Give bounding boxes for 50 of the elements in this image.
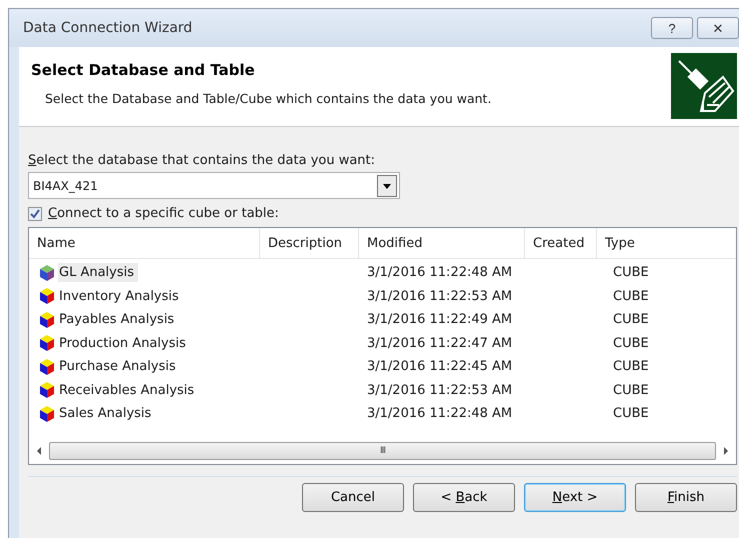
cube-icon [39,264,55,282]
page-heading: Select Database and Table [31,61,256,79]
close-button[interactable]: ✕ [697,17,739,39]
cube-icon [39,381,55,400]
scroll-thumb[interactable]: III [49,442,716,460]
column-header[interactable]: Modified [359,228,525,258]
cube-name[interactable]: Sales Analysis [58,404,156,424]
cube-icon [39,334,55,352]
cube-list[interactable] [28,227,737,465]
cube-name[interactable]: Purchase Analysis [58,357,180,376]
cube-type: CUBE [612,382,650,398]
cube-icon [39,310,55,329]
modified-date: 3/1/2016 11:22:45 AM [366,359,514,374]
cube-name[interactable]: Payables Analysis [58,310,178,330]
modified-date: 3/1/2016 11:22:47 AM [366,336,514,351]
cube-type: CUBE [612,406,650,422]
cube-type: CUBE [612,312,650,328]
modified-date: 3/1/2016 11:22:49 AM [366,312,514,328]
cube-type: CUBE [612,288,650,304]
scroll-left-icon[interactable] [35,446,43,456]
modified-date: 3/1/2016 11:22:48 AM [366,406,514,422]
database-dropdown[interactable]: BI4AX_421 [28,172,400,199]
cube-type: CUBE [612,265,650,280]
modified-date: 3/1/2016 11:22:53 AM [366,288,514,304]
column-header[interactable]: Name [29,228,260,258]
column-header[interactable]: Type [597,228,736,258]
cube-icon [39,404,55,423]
window-title: Data Connection Wizard [23,20,192,36]
scroll-right-icon[interactable] [722,446,730,456]
checkbox[interactable] [28,206,42,220]
cube-type: CUBE [612,336,650,351]
cube-icon [39,287,55,306]
modified-date: 3/1/2016 11:22:48 AM [366,265,514,280]
column-header[interactable]: Created [525,228,597,258]
wizard-button[interactable]: Cancel [302,483,404,512]
cube-name[interactable]: Inventory Analysis [58,286,183,306]
column-header[interactable]: Description [260,228,359,258]
cube-name[interactable]: GL Analysis [58,263,138,282]
cube-name[interactable]: Production Analysis [58,334,190,353]
cube-type: CUBE [612,359,650,374]
page-description: Select the Database and Table/Cube which contains the data you want. [44,91,492,106]
database-label: Select the database that contains the data you want: [28,153,376,168]
cube-name[interactable]: Receivables Analysis [58,380,198,400]
wizard-button[interactable]: < Back [413,483,515,512]
modified-date: 3/1/2016 11:22:53 AM [366,382,514,398]
wizard-button[interactable]: Next > [524,483,626,512]
cube-icon [39,358,55,376]
checkbox-label: Connect to a specific cube or table: [48,206,279,221]
help-button[interactable]: ? [651,17,693,39]
wizard-button[interactable]: Finish [635,483,737,512]
